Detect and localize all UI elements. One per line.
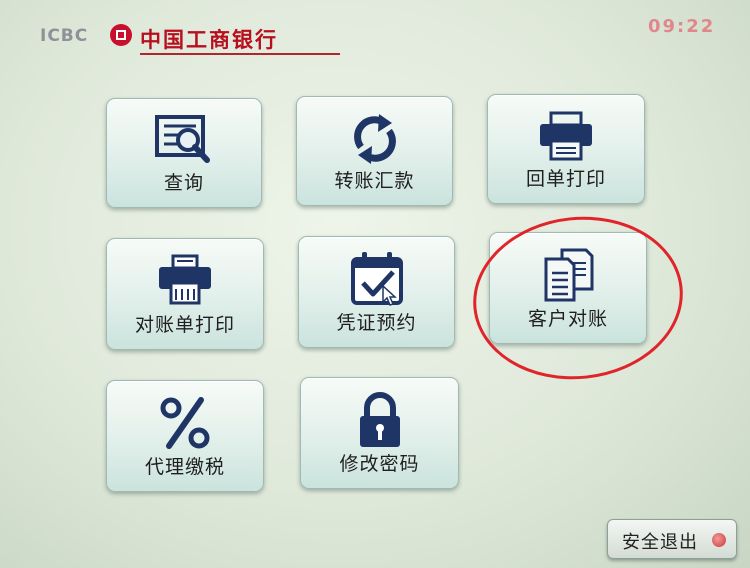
exit-indicator-icon	[712, 533, 726, 547]
menu-receipt-print-button[interactable]: 回单打印	[487, 94, 645, 204]
menu-voucher-reservation-button[interactable]: 凭证预约	[298, 236, 455, 348]
secure-exit-button[interactable]: 安全退出	[607, 519, 737, 559]
menu-transfer-button[interactable]: 转账汇款	[296, 96, 453, 206]
calendar-check-icon	[345, 251, 409, 307]
lock-icon	[348, 392, 412, 448]
menu-query-button[interactable]: 查询	[106, 98, 262, 208]
brand-cn: 中国工商银行	[140, 28, 278, 52]
menu-change-password-button[interactable]: 修改密码	[300, 377, 459, 489]
menu-label: 转账汇款	[334, 170, 415, 192]
status-clock: 09:22	[648, 16, 716, 37]
menu-statement-print-button[interactable]: 对账单打印	[106, 238, 264, 350]
search-icon	[152, 113, 216, 169]
brand-underline	[140, 53, 340, 55]
menu-label: 回单打印	[525, 168, 606, 190]
menu-tax-payment-button[interactable]: 代理缴税	[106, 380, 264, 492]
menu-label: 凭证预约	[336, 312, 417, 334]
printer-icon	[534, 109, 598, 165]
menu-label: 对账单打印	[134, 314, 235, 336]
brand-en: ICBC	[40, 26, 89, 46]
exit-label: 安全退出	[622, 532, 698, 553]
icbc-logo-icon	[110, 24, 132, 46]
menu-label: 查询	[163, 172, 204, 194]
statement-printer-icon	[153, 253, 217, 309]
header: ICBC 中国工商银行	[40, 20, 340, 55]
menu-label: 修改密码	[339, 453, 420, 475]
percent-icon	[153, 395, 217, 451]
menu-label: 代理缴税	[144, 456, 225, 478]
transfer-arrows-icon	[343, 111, 407, 167]
